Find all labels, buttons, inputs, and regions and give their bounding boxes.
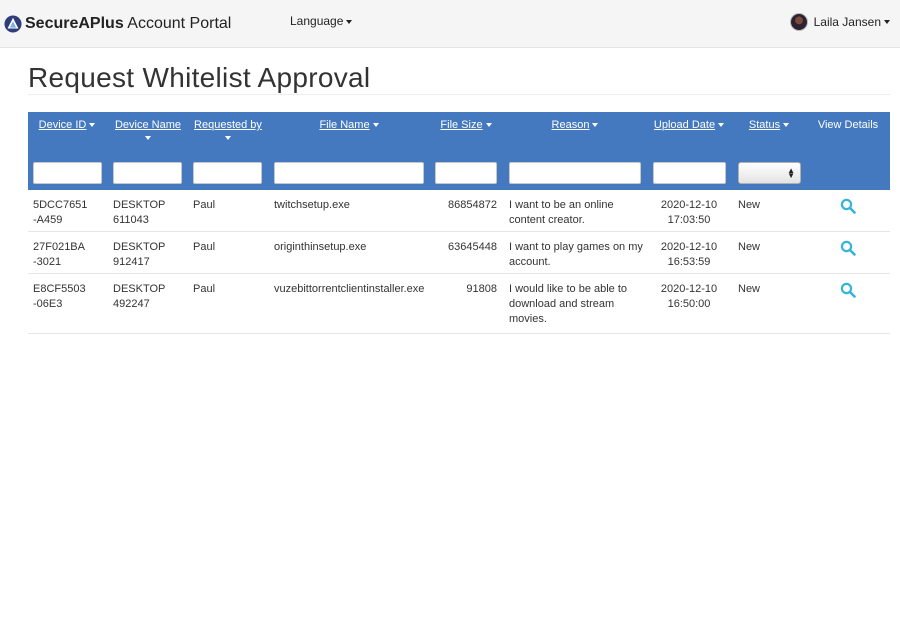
search-icon[interactable] xyxy=(840,240,856,256)
status-filter-select[interactable]: ▲ ▼ xyxy=(738,162,801,184)
language-label: Language xyxy=(290,14,344,28)
sort-caret-icon xyxy=(145,136,151,140)
cell-file-size: 86854872 xyxy=(448,199,497,211)
file-name-filter-input[interactable] xyxy=(274,162,424,184)
requested-by-filter-input[interactable] xyxy=(193,162,262,184)
file-size-filter-input[interactable] xyxy=(435,162,497,184)
column-header-reason[interactable]: Reason xyxy=(506,119,644,132)
table-header: Device ID Device Name Requested by File … xyxy=(28,112,890,156)
upload-date-filter-input[interactable] xyxy=(653,162,726,184)
cell-file-name: originthinsetup.exe xyxy=(274,241,367,253)
cell-device-name: DESKTOP 611043 xyxy=(113,199,166,226)
cell-reason: I would like to be able to download and s… xyxy=(509,283,628,325)
device-name-filter-input[interactable] xyxy=(113,162,182,184)
cell-file-name: twitchsetup.exe xyxy=(274,199,350,211)
cell-upload-date: 2020-12-10 16:53:59 xyxy=(660,241,718,268)
title-divider xyxy=(28,94,890,95)
brand-link[interactable]: SecureAPlus Account Portal xyxy=(4,12,231,36)
cell-upload-date: 2020-12-10 17:03:50 xyxy=(660,199,718,226)
column-header-requested-by[interactable]: Requested by xyxy=(190,119,266,140)
select-arrows-icon: ▲ ▼ xyxy=(787,166,795,180)
page-title: Request Whitelist Approval xyxy=(28,62,371,93)
column-header-status[interactable]: Status xyxy=(736,119,802,132)
avatar xyxy=(789,13,808,31)
user-menu[interactable]: Laila Jansen xyxy=(789,12,890,32)
column-header-device-id[interactable]: Device ID xyxy=(28,119,106,132)
cell-requested-by: Paul xyxy=(193,283,216,295)
cell-file-name: vuzebittorrentclientinstaller.exe xyxy=(274,283,425,295)
cell-requested-by: Paul xyxy=(193,241,216,253)
cell-reason: I want to play games on my account. xyxy=(509,241,643,268)
sort-caret-icon xyxy=(783,123,790,128)
cell-status: New xyxy=(738,283,761,295)
cell-device-id: E8CF5503 -06E3 xyxy=(33,283,86,310)
column-header-file-size[interactable]: File Size xyxy=(432,119,500,132)
cell-device-id: 27F021BA -3021 xyxy=(33,241,85,268)
column-header-device-name[interactable]: Device Name xyxy=(110,119,186,140)
cell-device-name: DESKTOP 912417 xyxy=(113,241,166,268)
search-icon[interactable] xyxy=(840,198,856,214)
table-row: E8CF5503 -06E3 DESKTOP 492247 Paul vuzebittor… xyxy=(28,274,890,334)
cell-device-name: DESKTOP 492247 xyxy=(113,283,166,310)
column-header-view-details: View Details xyxy=(817,119,879,131)
reason-filter-input[interactable] xyxy=(509,162,641,184)
secureaplus-logo-icon xyxy=(4,15,22,33)
cell-status: New xyxy=(738,241,761,253)
table-row: 5DCC7651 -A459 DESKTOP 611043 Paul twitchsetu… xyxy=(28,190,890,232)
sort-caret-icon xyxy=(485,123,492,128)
chevron-down-icon xyxy=(884,20,890,24)
sort-caret-icon xyxy=(718,123,725,128)
cell-device-id: 5DCC7651 -A459 xyxy=(33,199,88,226)
sort-caret-icon xyxy=(89,123,96,128)
table-row: 27F021BA -3021 DESKTOP 912417 Paul originthin… xyxy=(28,232,890,274)
user-name: Laila Jansen xyxy=(813,15,881,29)
cell-requested-by: Paul xyxy=(193,199,216,211)
device-id-filter-input[interactable] xyxy=(33,162,102,184)
brand-name: SecureAPlus Account Portal xyxy=(25,15,232,32)
filter-row: ▲ ▼ xyxy=(28,155,890,190)
cell-file-size: 91808 xyxy=(466,283,497,295)
cell-upload-date: 2020-12-10 16:50:00 xyxy=(660,283,718,310)
cell-file-size: 63645448 xyxy=(448,241,497,253)
top-navbar: SecureAPlus Account Portal Language Lail… xyxy=(0,0,900,48)
chevron-down-icon xyxy=(346,19,353,24)
language-dropdown[interactable]: Language xyxy=(290,14,353,28)
sort-caret-icon xyxy=(592,123,599,128)
cell-reason: I want to be an online content creator. xyxy=(509,199,614,226)
column-header-upload-date[interactable]: Upload Date xyxy=(650,119,728,132)
sort-caret-icon xyxy=(225,136,231,140)
cell-status: New xyxy=(738,199,761,211)
sort-caret-icon xyxy=(372,123,379,128)
column-header-file-name[interactable]: File Name xyxy=(272,119,426,132)
search-icon[interactable] xyxy=(840,282,856,298)
